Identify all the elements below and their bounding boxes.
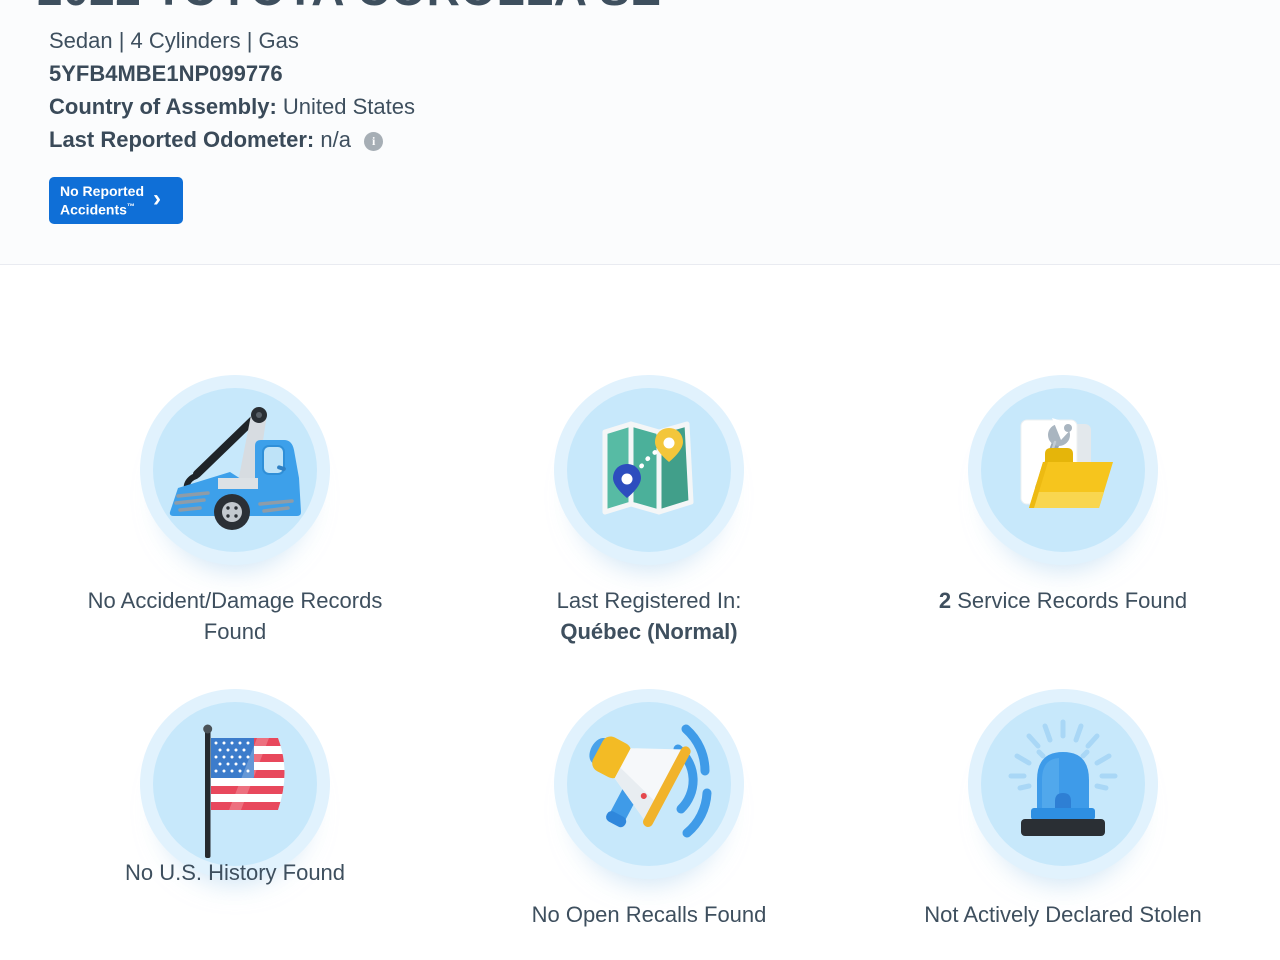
tow-truck-icon (153, 388, 317, 552)
vehicle-history-report: 2022 TOYOTA COROLLA SE Sedan | 4 Cylinde… (0, 0, 1280, 960)
no-reported-accidents-label: No Reported Accidents™ (60, 183, 144, 219)
vehicle-header: 2022 TOYOTA COROLLA SE Sedan | 4 Cylinde… (0, 0, 1280, 265)
tile-us-history-label: No U.S. History Found (125, 857, 345, 888)
tile-service-records: 2 Service Records Found (858, 375, 1268, 647)
tile-last-registered-label: Last Registered In: Québec (Normal) (557, 585, 742, 647)
odometer-line: Last Reported Odometer: n/a i (49, 123, 1280, 156)
vehicle-title: 2022 TOYOTA COROLLA SE (37, 0, 1280, 16)
no-reported-accidents-button[interactable]: No Reported Accidents™ › (49, 177, 183, 224)
map-icon (567, 388, 731, 552)
tile-open-recalls: No Open Recalls Found (444, 689, 854, 930)
country-of-assembly-line: Country of Assembly: United States (49, 90, 1280, 123)
country-of-assembly-label: Country of Assembly: (49, 94, 277, 119)
tile-accident-damage: No Accident/Damage Records Found (30, 375, 440, 647)
tile-accident-damage-label: No Accident/Damage Records Found (88, 585, 383, 647)
tile-open-recalls-label: No Open Recalls Found (532, 899, 767, 930)
us-flag-icon (153, 702, 317, 866)
tile-declared-stolen-label: Not Actively Declared Stolen (924, 899, 1202, 930)
country-of-assembly-value: United States (283, 94, 415, 119)
siren-icon (981, 702, 1145, 866)
tile-declared-stolen: Not Actively Declared Stolen (858, 689, 1268, 930)
tile-us-history: No U.S. History Found (30, 689, 440, 930)
vehicle-subtitle: Sedan | 4 Cylinders | Gas (49, 24, 1280, 57)
info-icon[interactable]: i (364, 132, 383, 151)
service-folder-icon (981, 388, 1145, 552)
odometer-value: n/a (320, 127, 351, 152)
tile-last-registered: Last Registered In: Québec (Normal) (444, 375, 854, 647)
odometer-label: Last Reported Odometer: (49, 127, 314, 152)
summary-tiles: No Accident/Damage Records Found (0, 265, 1280, 930)
megaphone-icon (567, 702, 731, 866)
service-record-count: 2 (939, 588, 951, 613)
tile-service-records-label: 2 Service Records Found (939, 585, 1187, 616)
vin-number: 5YFB4MBE1NP099776 (49, 57, 1280, 90)
chevron-right-icon: › (153, 189, 161, 212)
